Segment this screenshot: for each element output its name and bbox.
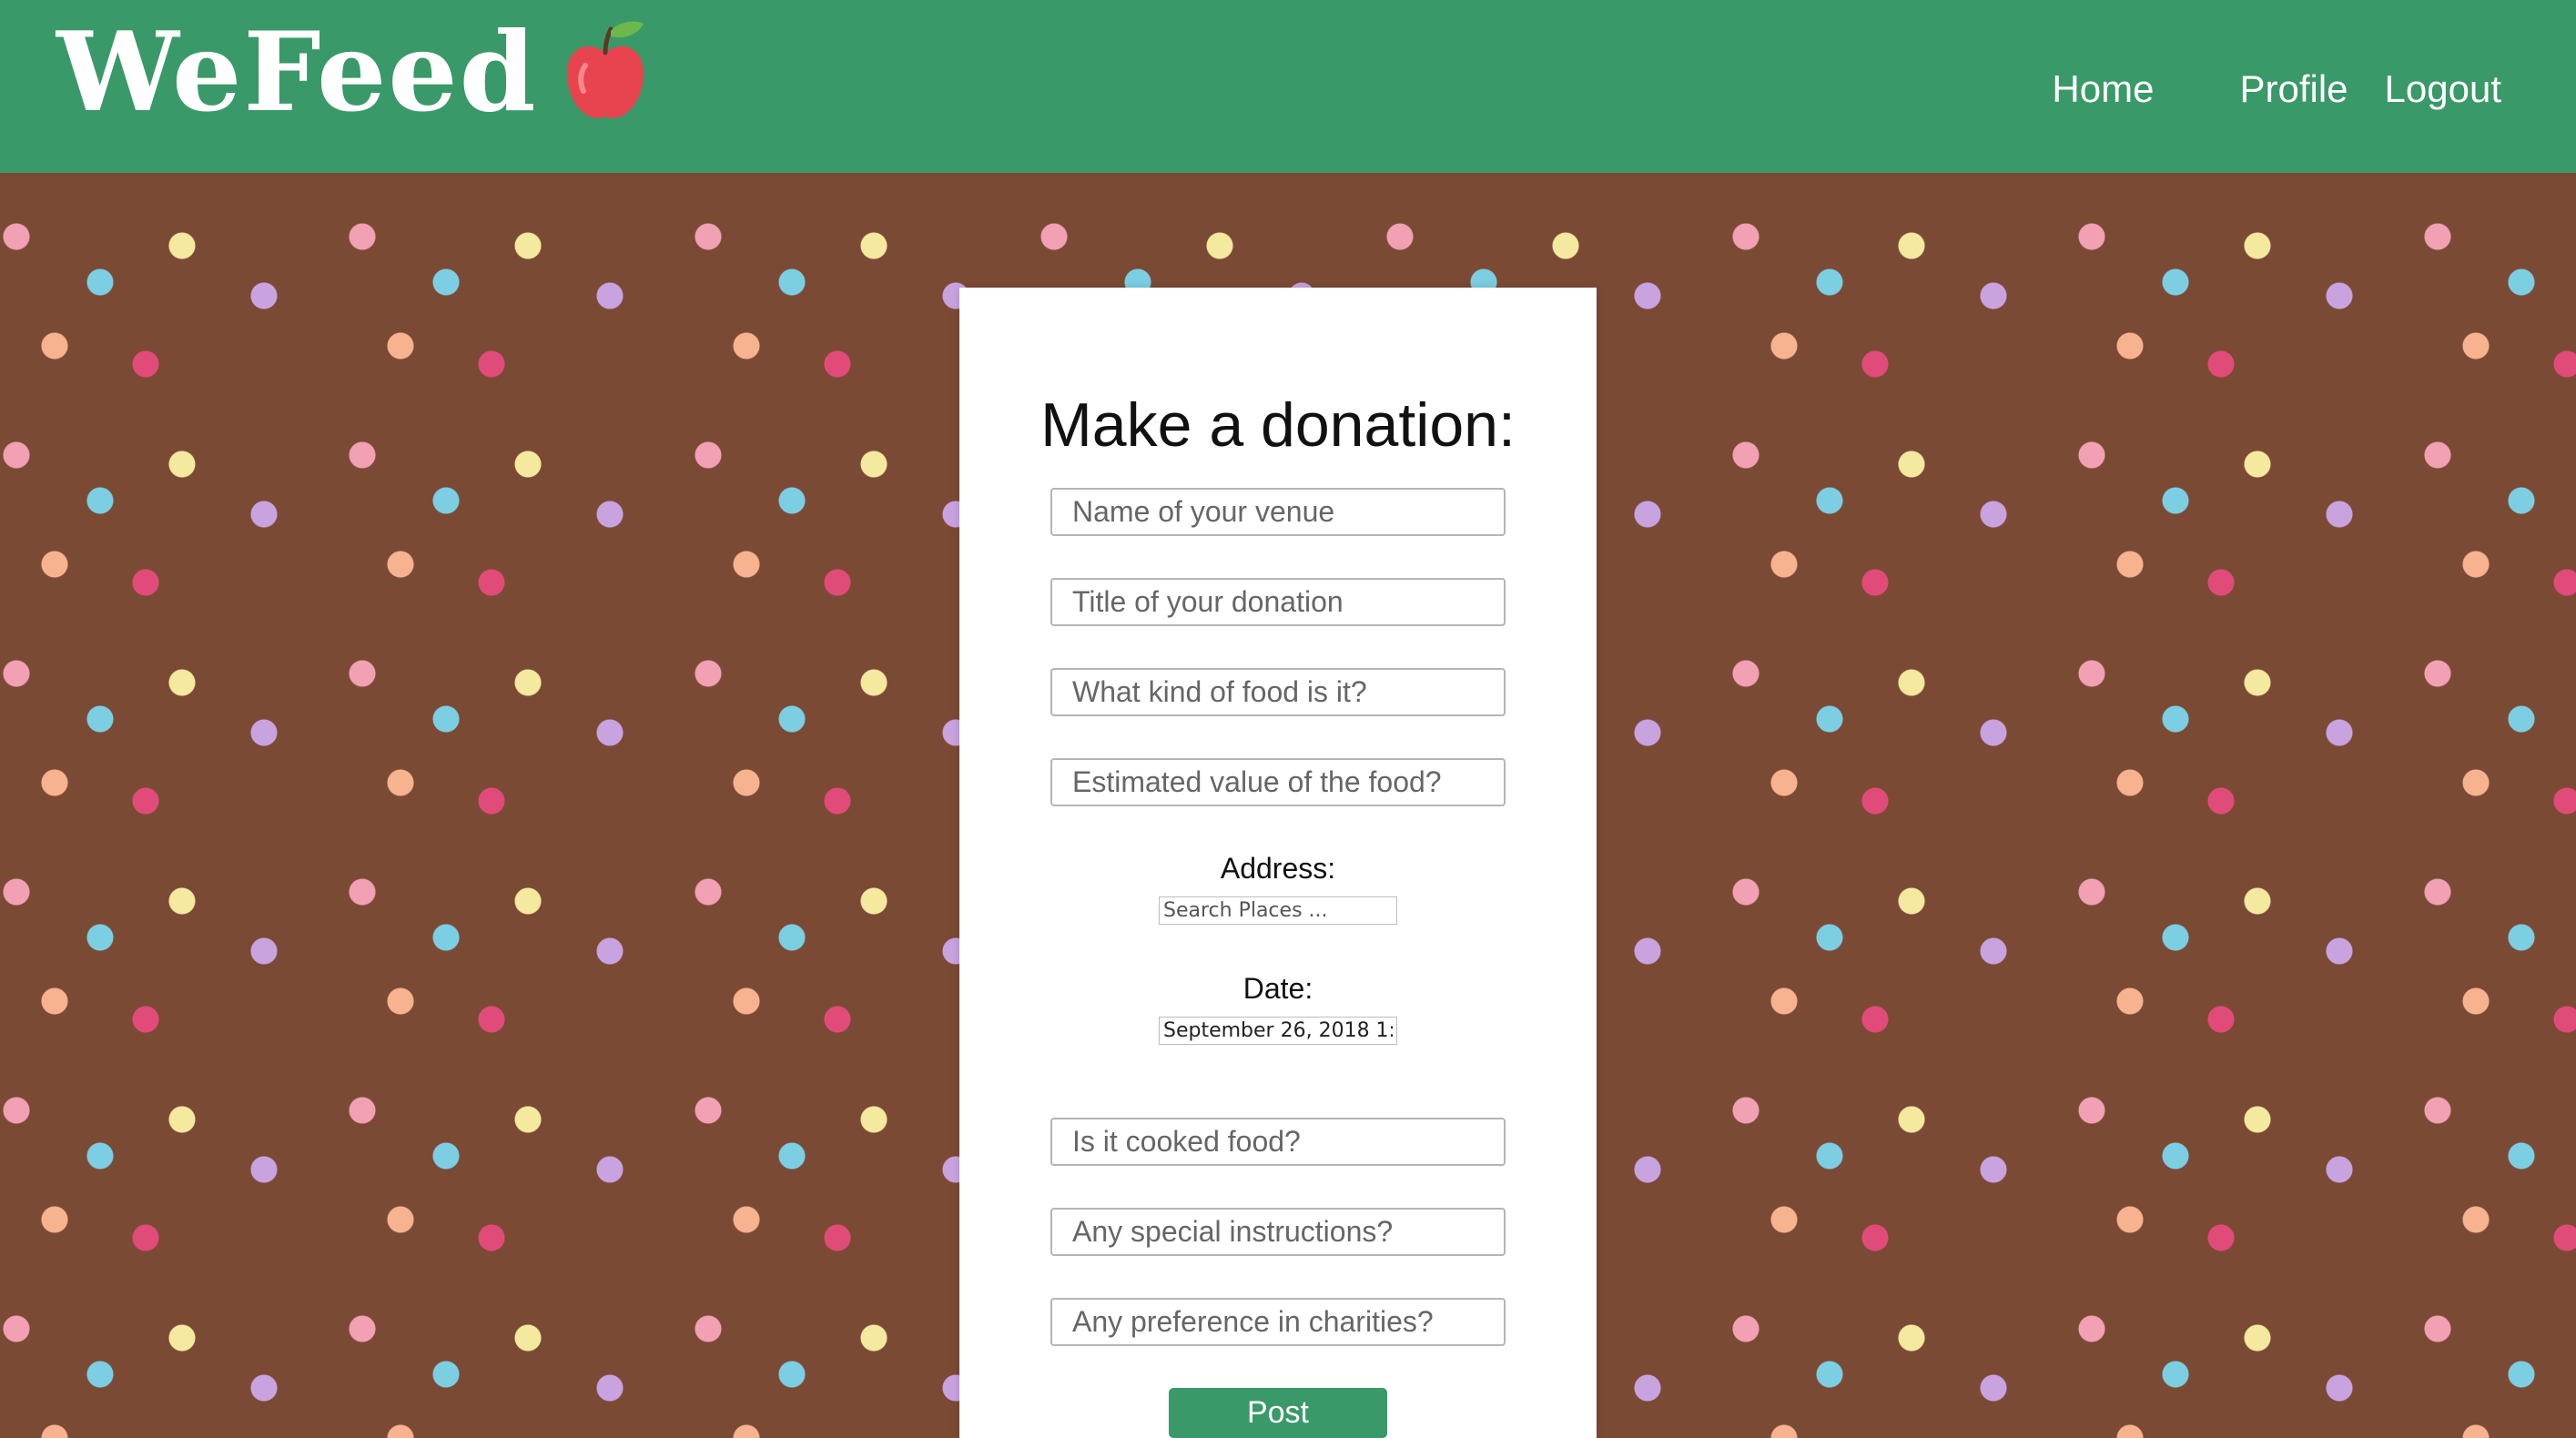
nav-profile-link[interactable]: Profile — [2239, 67, 2348, 111]
address-search-input[interactable] — [1159, 896, 1397, 926]
logo-text: WeFeed — [56, 8, 538, 137]
date-input[interactable] — [1159, 1017, 1397, 1046]
page-title: Make a donation: — [1040, 390, 1516, 460]
special-instructions-input[interactable] — [1050, 1208, 1506, 1257]
date-label: Date: — [1242, 972, 1313, 1006]
logo[interactable]: WeFeed — [56, 18, 651, 127]
nav-links: Home Profile Logout — [1997, 67, 2501, 111]
venue-name-input[interactable] — [1050, 488, 1506, 537]
nav-logout-link[interactable]: Logout — [2385, 67, 2501, 111]
donation-title-input[interactable] — [1050, 578, 1506, 627]
charity-preference-input[interactable] — [1050, 1298, 1506, 1347]
post-button[interactable]: Post — [1169, 1388, 1387, 1438]
navbar: WeFeed Home Profile Logout — [0, 0, 2576, 173]
donation-form-card: Make a donation: Address: Date: Post — [959, 288, 1597, 1438]
food-kind-input[interactable] — [1050, 668, 1506, 717]
address-label: Address: — [1220, 852, 1336, 886]
cooked-food-input[interactable] — [1050, 1118, 1506, 1167]
estimated-value-input[interactable] — [1050, 758, 1506, 807]
nav-home-link[interactable]: Home — [2052, 67, 2154, 111]
apple-icon — [566, 21, 644, 118]
